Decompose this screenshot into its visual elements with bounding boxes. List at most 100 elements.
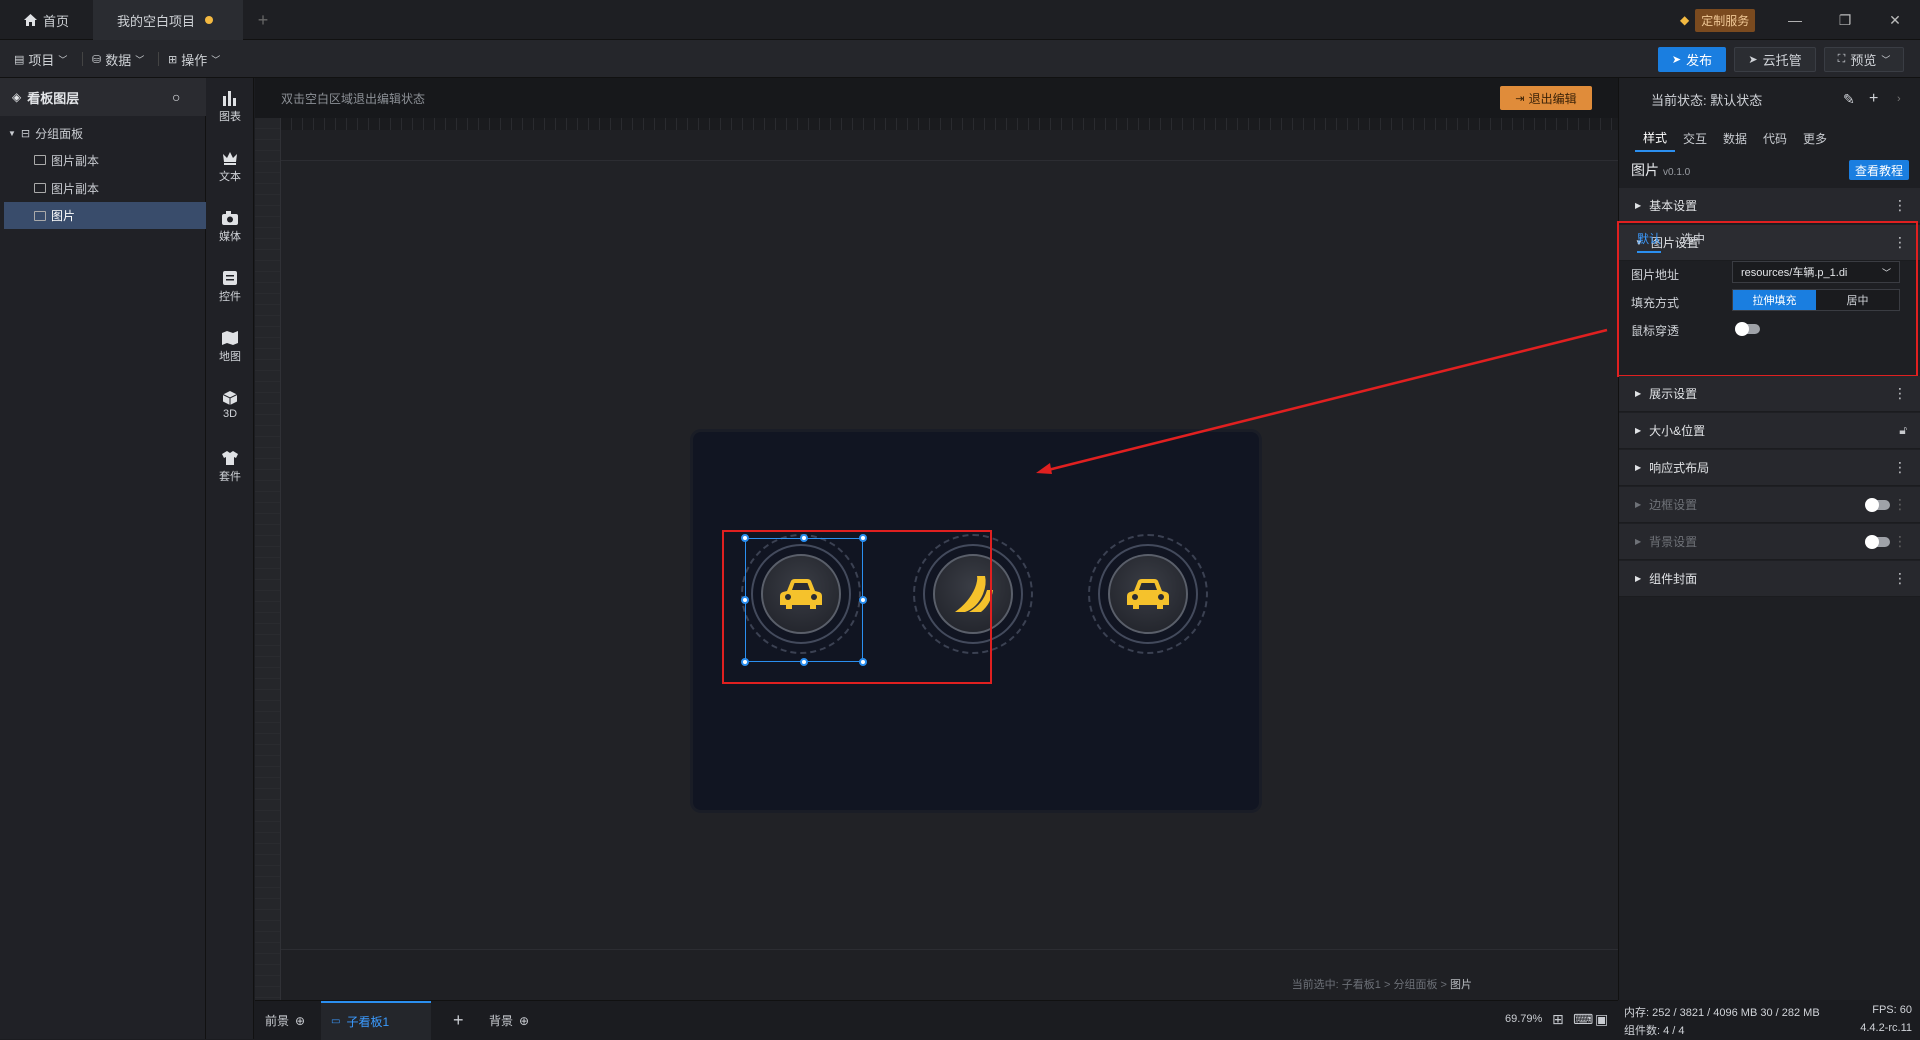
add-circle-icon[interactable]: ⊕ — [519, 1014, 529, 1028]
keyboard-icon[interactable]: ⌨ — [1573, 1011, 1593, 1028]
minimize-icon[interactable]: — — [1775, 0, 1815, 40]
memory-status: 内存: 252 / 3821 / 4096 MB 30 / 282 MB — [1624, 1007, 1820, 1019]
add-icon[interactable]: + — [1869, 90, 1878, 108]
add-circle-icon[interactable]: ⊕ — [295, 1014, 305, 1028]
image-icon — [34, 183, 46, 193]
tree-item-label: 图片副本 — [51, 153, 100, 168]
annotation-arrow — [1036, 328, 1608, 474]
tree-item-image[interactable]: 图片 — [4, 202, 208, 229]
highlight-box — [722, 530, 992, 684]
tree-item-label: 图片副本 — [51, 181, 100, 196]
fill-stretch-option[interactable]: 拉伸填充 — [1733, 290, 1816, 310]
more-vertical-icon[interactable]: ⋮ — [1893, 571, 1907, 585]
rail-item-map[interactable]: 地图 — [206, 330, 254, 364]
image-url-select[interactable]: resources/车辆.p_1.di ﹀ — [1732, 261, 1900, 283]
unsaved-dot-icon — [205, 16, 214, 24]
section-cover[interactable]: ▶ 组件封面 ⋮ — [1619, 561, 1920, 597]
canvas-area[interactable]: 双击空白区域退出编辑状态 ⇥ 退出编辑 当前选中: 子看板1 > 分组面板 > … — [255, 78, 1618, 1000]
tab-interaction[interactable]: 交互 — [1675, 124, 1715, 152]
section-border[interactable]: ▶ 边框设置 ⋮ — [1619, 487, 1920, 523]
project-label: 我的空白项目 — [117, 13, 196, 29]
current-state: 当前状态: 默认状态 — [1651, 92, 1763, 108]
diamond-icon: ◆ — [1680, 13, 1690, 27]
edit-icon[interactable]: ✎ — [1843, 91, 1855, 108]
foreground-label: 前景 — [265, 1014, 290, 1028]
more-vertical-icon[interactable]: ⋮ — [1893, 386, 1907, 400]
tab-data[interactable]: 数据 — [1715, 124, 1755, 152]
tab-project[interactable]: 我的空白项目 — [93, 0, 243, 40]
section-size-position[interactable]: ▶ 大小&位置 🔓︎ — [1619, 413, 1920, 449]
horizontal-ruler — [281, 118, 1618, 130]
more-vertical-icon[interactable]: ⋮ — [1893, 460, 1907, 474]
close-icon[interactable]: ✕ — [1875, 0, 1915, 40]
tab-subboard[interactable]: ▭ 子看板1 — [321, 1001, 431, 1040]
tree-item-label: 分组面板 — [35, 126, 84, 141]
publish-button[interactable]: ➤ 发布 — [1658, 47, 1726, 72]
more-vertical-icon[interactable]: ⋮ — [1893, 534, 1907, 548]
cloud-hosting-button[interactable]: ➤ 云托管 — [1734, 47, 1816, 72]
title-bar: 首页 我的空白项目 + ◆ 定制服务 — ❐ ✕ — [0, 0, 1920, 40]
menu-data[interactable]: ⛁ 数据 ﹀ — [92, 48, 144, 70]
preview-label: 预览 — [1850, 53, 1877, 68]
fill-center-option[interactable]: 居中 — [1816, 290, 1899, 310]
search-icon[interactable]: ○ — [172, 89, 180, 105]
property-tabs: 样式 交互 数据 代码 更多 — [1635, 124, 1835, 152]
background-toggle[interactable] — [1865, 535, 1890, 549]
layers-title: 看板图层 — [27, 90, 80, 106]
fit-screen-icon[interactable]: ⊞ — [1552, 1011, 1564, 1028]
section-background[interactable]: ▶ 背景设置 ⋮ — [1619, 524, 1920, 560]
section-responsive[interactable]: ▶ 响应式布局 ⋮ — [1619, 450, 1920, 486]
car-icon — [1127, 579, 1169, 609]
tree-item-image-copy[interactable]: 图片副本 — [0, 147, 206, 173]
more-vertical-icon[interactable]: ⋮ — [1893, 198, 1907, 212]
rail-item-text[interactable]: 文本 — [206, 150, 254, 184]
add-tab-button[interactable]: + — [248, 0, 278, 40]
rail-label: 控件 — [219, 291, 241, 303]
rail-item-kit[interactable]: 套件 — [206, 450, 254, 484]
exit-edit-button[interactable]: ⇥ 退出编辑 — [1500, 86, 1592, 110]
image-car-copy[interactable] — [1088, 534, 1208, 654]
restore-icon[interactable]: ❐ — [1825, 0, 1865, 40]
lock-icon[interactable]: 🔓︎ — [1899, 423, 1907, 437]
tab-more[interactable]: 更多 — [1795, 124, 1835, 152]
border-toggle[interactable] — [1865, 498, 1890, 512]
tree-item-image-copy[interactable]: 图片副本 — [0, 175, 206, 201]
chevron-right-icon[interactable]: › — [1897, 93, 1901, 105]
add-board-button[interactable]: + — [453, 1001, 464, 1040]
exit-edit-label: 退出编辑 — [1528, 91, 1577, 106]
rail-item-3d[interactable]: 3D — [206, 390, 254, 420]
menu-data-label: 数据 — [105, 52, 132, 68]
menu-operate[interactable]: ⊞ 操作 ﹀ — [168, 48, 220, 70]
section-label: 大小&位置 — [1649, 424, 1706, 438]
section-basic[interactable]: ▶ 基本设置 ⋮ — [1619, 188, 1920, 224]
section-label: 基本设置 — [1649, 199, 1698, 213]
preview-button[interactable]: ⛶ 预览 ﹀ — [1824, 47, 1904, 72]
caret-right-icon: ▶ — [1635, 463, 1642, 472]
menu-project[interactable]: ▤ 项目 ﹀ — [14, 48, 67, 70]
tree-item-group[interactable]: ▼ ⊟ 分组面板 — [0, 120, 206, 146]
custom-service-button[interactable]: ◆ 定制服务 — [1680, 8, 1756, 32]
section-label: 响应式布局 — [1649, 461, 1710, 475]
board-canvas[interactable] — [281, 160, 1618, 950]
subtab-default[interactable]: 默认 — [1637, 230, 1662, 253]
section-display[interactable]: ▶ 展示设置 ⋮ — [1619, 376, 1920, 412]
more-vertical-icon[interactable]: ⋮ — [1893, 497, 1907, 511]
rail-item-media[interactable]: 媒体 — [206, 210, 254, 244]
background-label: 背景 — [489, 1014, 514, 1028]
terminal-icon[interactable]: ▣ — [1595, 1011, 1608, 1028]
subtab-selected[interactable]: 选中 — [1681, 230, 1705, 247]
tab-foreground[interactable]: 前景 ⊕ — [265, 1001, 305, 1040]
tab-home[interactable]: 首页 — [0, 0, 93, 40]
rail-item-controls[interactable]: 控件 — [206, 270, 254, 304]
tutorial-button[interactable]: 查看教程 — [1849, 160, 1909, 180]
map-icon — [222, 331, 238, 345]
component-count: 组件数: 4 / 4 — [1624, 1025, 1685, 1037]
chevron-down-icon: ﹀ — [1881, 55, 1891, 65]
mouse-through-toggle[interactable] — [1735, 322, 1760, 336]
tab-background[interactable]: 背景 ⊕ — [489, 1001, 529, 1040]
tab-code[interactable]: 代码 — [1755, 124, 1795, 152]
rail-item-chart[interactable]: 图表 — [206, 90, 254, 124]
monitor-icon: ▭ — [331, 1016, 341, 1027]
section-label: 背景设置 — [1649, 535, 1698, 549]
tab-style[interactable]: 样式 — [1635, 124, 1675, 152]
